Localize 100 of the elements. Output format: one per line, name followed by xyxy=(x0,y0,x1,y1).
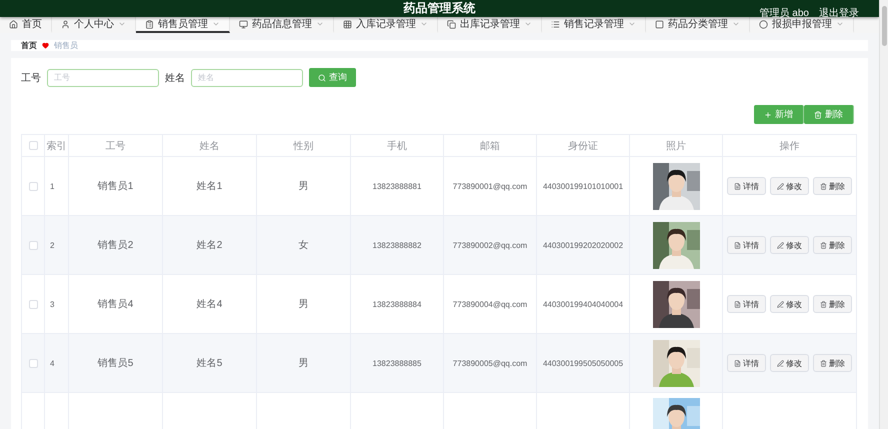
table-cell: 13823888882 xyxy=(372,240,422,250)
table-cell: 销售员2 xyxy=(98,240,134,251)
pencil-icon xyxy=(777,300,784,308)
table-cell: 1 xyxy=(50,182,54,190)
nav-tab[interactable]: 出库记录管理 xyxy=(438,17,542,33)
column-header: 身份证 xyxy=(536,134,630,156)
trash-icon xyxy=(820,182,827,190)
table-cell: 姓名1 xyxy=(196,181,222,192)
document-icon xyxy=(734,242,741,248)
table-cell: 男 xyxy=(298,358,308,369)
table-cell: 440300199505050005 xyxy=(542,358,624,368)
monitor-icon xyxy=(239,20,248,28)
trash-icon xyxy=(820,300,827,308)
field-label: 工号 xyxy=(21,72,41,84)
plus-icon xyxy=(764,110,772,118)
grid-icon xyxy=(343,20,352,28)
trash-icon xyxy=(820,242,827,248)
table-cell: 姓名4 xyxy=(196,299,222,310)
chevron-down-icon xyxy=(732,20,740,28)
user-label: 管理员 abo xyxy=(760,7,809,19)
breadcrumb-home[interactable]: 首页 xyxy=(21,40,37,51)
logout-link[interactable]: 退出登录 xyxy=(819,6,859,20)
table-cell: 销售员5 xyxy=(98,358,134,369)
detail-button[interactable]: 详情 xyxy=(727,354,766,372)
column-header: 邮箱 xyxy=(444,134,536,156)
table-cell: 4 xyxy=(50,358,54,368)
list-icon xyxy=(551,20,560,28)
chevron-down-icon xyxy=(524,20,532,28)
chevron-down-icon xyxy=(628,20,636,28)
table-cell: 2 xyxy=(50,240,54,250)
pencil-icon xyxy=(777,242,784,248)
checkbox[interactable] xyxy=(28,182,38,191)
nav-tab[interactable]: 报损申报管理 xyxy=(750,17,854,33)
table-cell: 773890005@qq.com xyxy=(452,358,528,368)
search-field[interactable]: 工号 xyxy=(47,68,159,86)
nav-tab[interactable]: 首页 xyxy=(0,17,52,33)
delete-button[interactable]: 删除 xyxy=(813,295,852,313)
chevron-down-icon xyxy=(118,20,126,28)
document-icon xyxy=(734,300,741,308)
column-header: 工号 xyxy=(68,134,162,156)
chevron-down-icon xyxy=(420,20,428,28)
detail-button[interactable]: 详情 xyxy=(727,177,766,195)
table-cell: 440300199404040004 xyxy=(542,300,624,308)
checkbox[interactable] xyxy=(28,140,38,150)
table-cell: 3 xyxy=(50,300,54,308)
clipboard-icon xyxy=(145,20,154,28)
checkbox[interactable] xyxy=(28,300,38,309)
table-cell: 440300199101010001 xyxy=(542,182,624,190)
table-cell: 销售员4 xyxy=(98,299,134,310)
edit-button[interactable]: 修改 xyxy=(770,177,809,195)
user-icon xyxy=(61,20,70,28)
nav-tab[interactable]: 入库记录管理 xyxy=(334,17,438,33)
detail-button[interactable]: 详情 xyxy=(727,295,766,313)
table-cell: 女 xyxy=(298,240,308,251)
delete-button[interactable]: 删除 xyxy=(813,177,852,195)
table-cell: 姓名2 xyxy=(196,240,222,251)
table-cell: 姓名5 xyxy=(196,358,222,369)
column-header: 性别 xyxy=(256,134,350,156)
nav-tab[interactable]: 销售记录管理 xyxy=(542,17,646,33)
trash-icon xyxy=(820,360,827,366)
table-cell: 13823888884 xyxy=(372,300,422,308)
delete-button[interactable]: 删除 xyxy=(813,354,852,372)
table-cell: 440300199202020002 xyxy=(542,240,624,250)
search-icon xyxy=(318,74,326,82)
chevron-down-icon xyxy=(212,20,220,28)
chevron-down-icon xyxy=(836,20,844,28)
nav-tab[interactable]: 药品信息管理 xyxy=(230,17,334,33)
pencil-icon xyxy=(777,182,784,190)
detail-button[interactable]: 详情 xyxy=(727,236,766,254)
field-label: 姓名 xyxy=(165,72,185,84)
home-icon xyxy=(9,20,18,28)
search-field[interactable]: 姓名 xyxy=(191,68,303,86)
table-cell: 773890002@qq.com xyxy=(452,240,528,250)
document-icon xyxy=(734,182,741,190)
edit-button[interactable]: 修改 xyxy=(770,236,809,254)
square-icon xyxy=(655,20,664,28)
nav-tab[interactable]: 销售员管理 xyxy=(136,17,230,33)
table-cell: 男 xyxy=(298,299,308,310)
circle-icon xyxy=(759,20,768,28)
table-cell: 773890004@qq.com xyxy=(452,300,528,308)
heart-icon xyxy=(42,42,49,49)
table-cell: 13823888881 xyxy=(372,182,422,190)
column-header: 操作 xyxy=(722,134,856,156)
app-title: 药品管理系统 xyxy=(404,0,476,17)
breadcrumb-current: 销售员 xyxy=(54,40,78,51)
column-header: 手机 xyxy=(350,134,444,156)
nav-tab[interactable]: 药品分类管理 xyxy=(646,17,750,33)
checkbox[interactable] xyxy=(28,358,38,368)
copy-icon xyxy=(447,20,456,28)
checkbox[interactable] xyxy=(28,240,38,250)
edit-button[interactable]: 修改 xyxy=(770,295,809,313)
document-icon xyxy=(734,360,741,366)
scrollbar[interactable] xyxy=(879,0,888,429)
table-cell: 13823888885 xyxy=(372,358,422,368)
table-cell: 销售员1 xyxy=(98,181,134,192)
pencil-icon xyxy=(777,360,784,366)
edit-button[interactable]: 修改 xyxy=(770,354,809,372)
delete-button[interactable]: 删除 xyxy=(813,236,852,254)
column-header: 照片 xyxy=(630,134,722,156)
chevron-down-icon xyxy=(316,20,324,28)
